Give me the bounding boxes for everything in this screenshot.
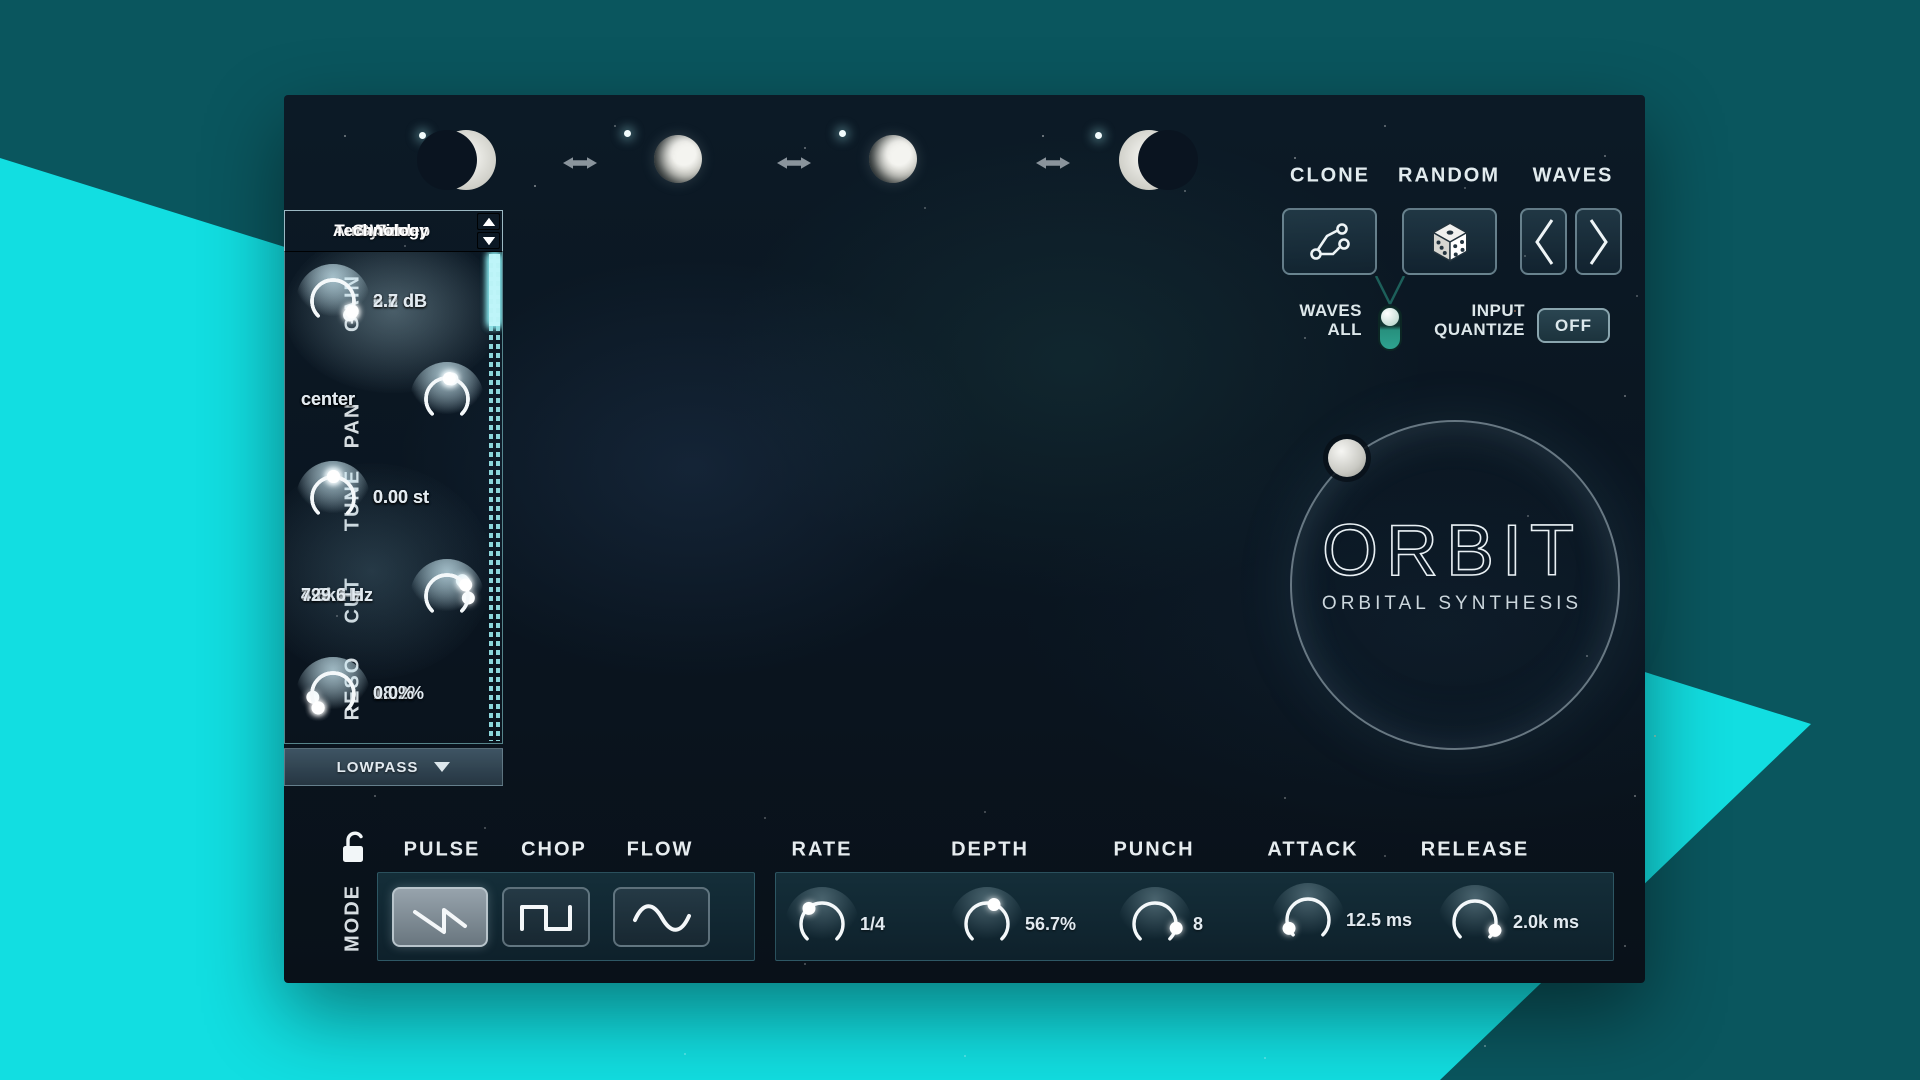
square-wave-icon [517,899,575,935]
mode-pulse-button[interactable] [392,887,488,947]
depth-value: 56.7% [1025,914,1076,935]
unlock-icon[interactable] [340,828,372,868]
wave-scrollbar[interactable] [488,254,501,741]
punch-value: 8 [1193,914,1203,935]
pulse-label: PULSE [404,839,481,862]
double-arrow-icon [560,154,600,172]
double-arrow-icon [1033,154,1073,172]
rate-knob[interactable] [794,896,850,952]
attack-label: ATTACK [1267,839,1358,862]
gain-knob[interactable] [305,273,361,329]
waves-prev-button[interactable] [1520,208,1567,275]
random-button[interactable] [1402,208,1497,275]
gain-value: 2.7 dB [373,291,427,312]
waves-label: WAVES [1533,165,1614,188]
star-dot-icon [624,130,631,137]
attack-control: 12.5 ms [1280,892,1412,948]
wave-spinner [477,213,500,249]
rate-value: 1/4 [860,914,885,935]
wave-name: Technology [285,221,502,241]
dropdown-triangle-icon [434,762,450,772]
mode-chop-button[interactable] [502,887,590,947]
logo-subtitle: ORBITAL SYNTHESIS [1322,593,1582,615]
moon-phase-4-crescent-icon[interactable] [1119,130,1179,190]
tune-value: 0.00 st [373,487,429,508]
channel-strip-4: Technology 2.7 dB center 0.00 st 729.6 H… [284,210,503,786]
input-quantize-off-button[interactable]: OFF [1537,308,1610,343]
flow-label: FLOW [627,839,694,862]
wave-name-selector[interactable]: Technology [284,210,503,252]
attack-knob[interactable] [1280,892,1336,948]
punch-label: PUNCH [1113,839,1194,862]
filter-type-value: LOWPASS [337,759,419,776]
wave-down-button[interactable] [477,232,500,249]
punch-knob[interactable] [1127,896,1183,952]
up-triangle-icon [483,218,495,226]
cut-knob[interactable] [419,568,475,624]
moon-phase-3-waning-gibbous-icon[interactable] [869,135,917,183]
orbit-plugin-window: GAIN PAN TUNE CUT RESO MODE Syrah 6.0 dB… [284,95,1645,983]
random-label: RANDOM [1398,165,1500,188]
waves-all-label: WAVESALL [1299,301,1362,339]
rate-label: RATE [792,839,853,862]
input-quantize-label: INPUTQUANTIZE [1434,301,1525,339]
moon-phase-1-waning-crescent-icon[interactable] [436,130,496,190]
star-dot-icon [1095,132,1102,139]
random-dice-icon [1427,219,1473,265]
wave-up-button[interactable] [477,213,500,230]
clone-label: CLONE [1290,165,1370,188]
release-label: RELEASE [1421,839,1529,862]
moon-phase-2-waning-gibbous-icon[interactable] [654,135,702,183]
waves-next-button[interactable] [1575,208,1622,275]
logo-title: ORBIT [1322,510,1582,592]
wave-scrollbar-thumb[interactable] [489,254,500,326]
release-knob[interactable] [1447,894,1503,950]
filter-type-dropdown[interactable]: LOWPASS [284,748,503,786]
strip-body: 2.7 dB center 0.00 st 729.6 Hz 0.0% [284,252,503,744]
chevron-left-icon [1530,216,1558,268]
reso-knob[interactable] [305,666,361,722]
clone-circuit-icon [1306,221,1354,263]
orbit-moon-icon [1328,439,1366,477]
star-dot-icon [839,130,846,137]
release-control: 2.0k ms [1447,894,1579,950]
cut-value: 729.6 Hz [301,585,373,606]
depth-label: DEPTH [951,839,1029,862]
clone-button[interactable] [1282,208,1377,275]
release-value: 2.0k ms [1513,912,1579,933]
waves-all-toggle[interactable] [1378,305,1402,351]
chevron-right-icon [1585,216,1613,268]
mode-flow-button[interactable] [613,887,710,947]
attack-value: 12.5 ms [1346,910,1412,931]
down-triangle-icon [483,237,495,245]
pan-knob[interactable] [419,371,475,427]
double-arrow-icon [774,154,814,172]
reso-value: 0.0% [373,683,414,704]
tune-knob[interactable] [305,470,361,526]
toggle-connector-lines [1374,276,1406,306]
pan-value: center [301,389,355,410]
rate-control: 1/4 [794,896,885,952]
punch-control: 8 [1127,896,1203,952]
mode-row-label: MODE [342,884,365,952]
depth-knob[interactable] [959,896,1015,952]
sine-wave-icon [630,898,694,936]
saw-wave-icon [408,898,472,936]
depth-control: 56.7% [959,896,1076,952]
chop-label: CHOP [521,839,587,862]
